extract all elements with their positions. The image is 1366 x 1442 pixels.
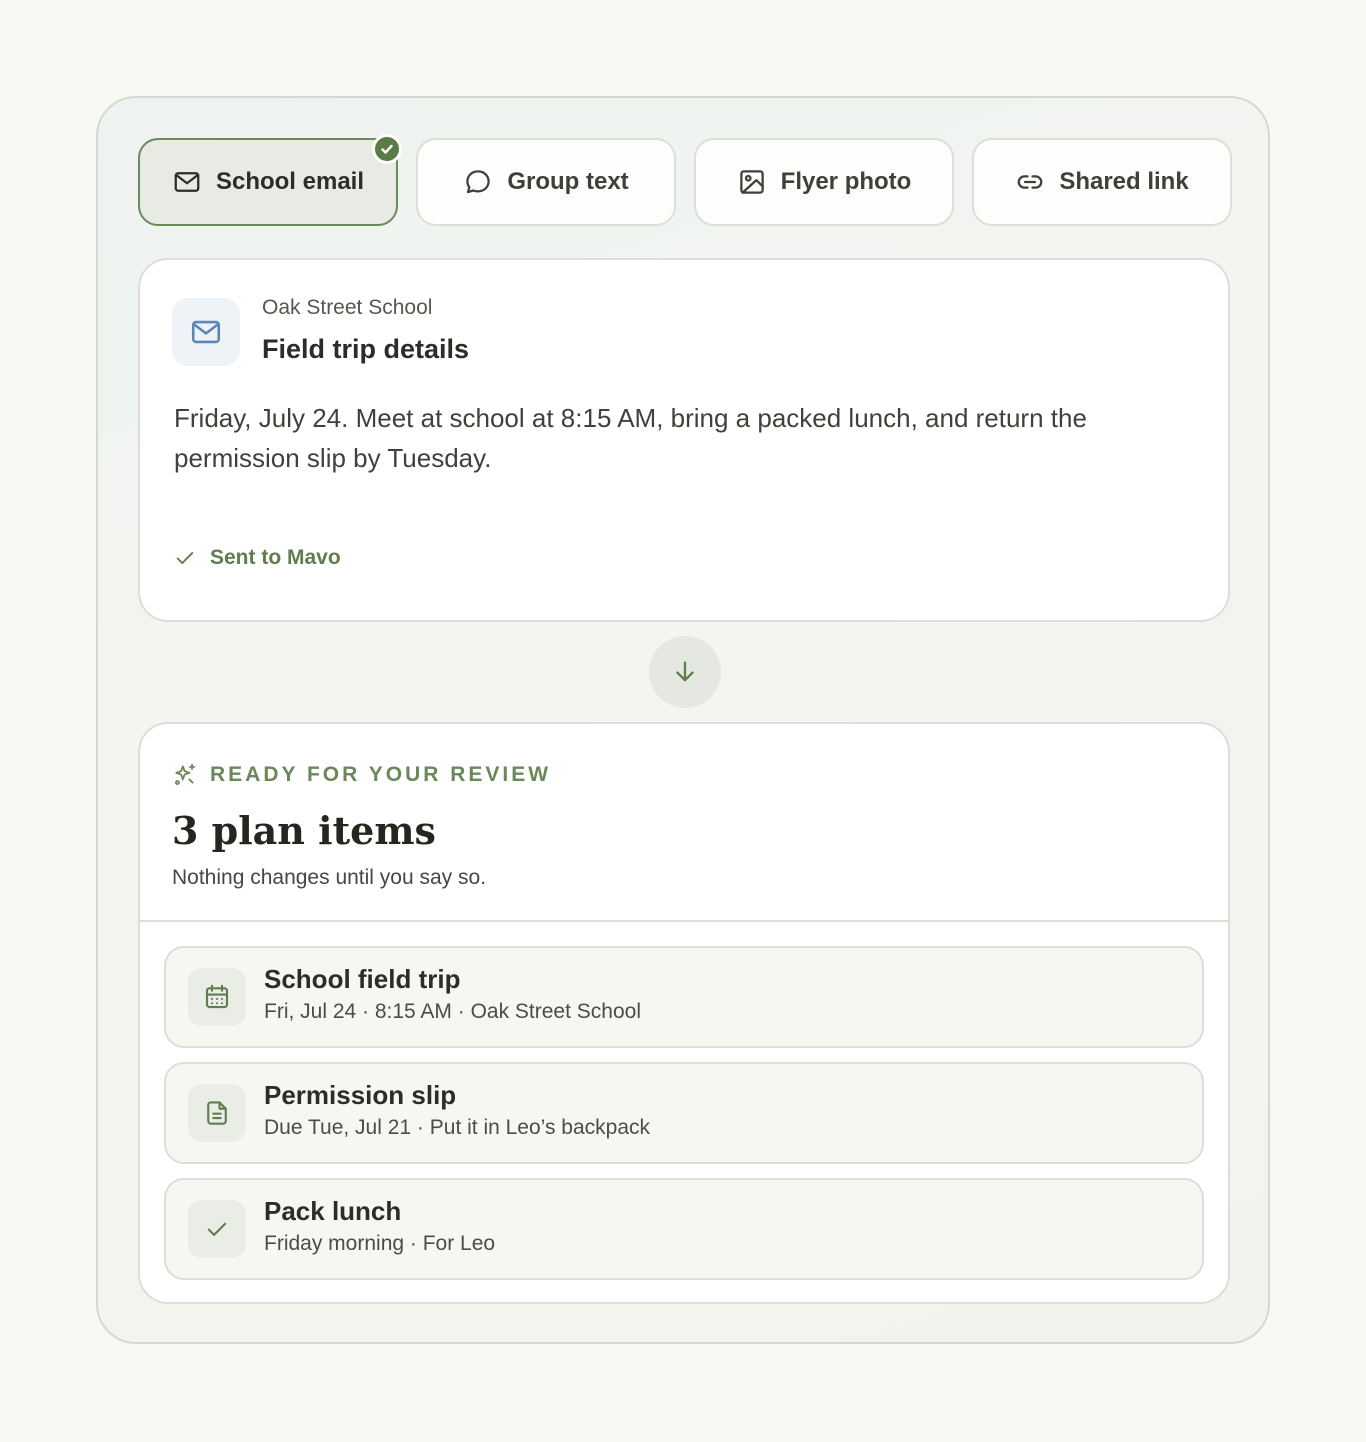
plan-subtitle: Nothing changes until you say so. [172, 866, 487, 889]
plan-item-meta: Fri, Jul 24 · 8:15 AM · Oak Street Schoo… [264, 1000, 641, 1023]
plan-item[interactable]: Pack lunch Friday morning · For Leo [164, 1178, 1204, 1280]
tab-shared-link[interactable]: Shared link [972, 138, 1232, 226]
image-icon [739, 170, 764, 194]
sparkle-icon [174, 763, 196, 786]
tab-label: Group text [507, 168, 629, 195]
plan-item[interactable]: Permission slip Due Tue, Jul 21 · Put it… [164, 1062, 1204, 1164]
message-body: Friday, July 24. Meet at school at 8:15 … [174, 403, 1087, 473]
tab-school-email[interactable]: School email [138, 134, 402, 226]
divider [140, 920, 1228, 922]
plan-item-title: Pack lunch [264, 1196, 402, 1226]
check-icon [188, 1200, 246, 1258]
plan-item-meta: Due Tue, Jul 21 · Put it in Leo’s backpa… [264, 1116, 650, 1139]
plan-title: 3 plan items [172, 808, 436, 853]
source-tabs: School email Group text Flyer photo Shar… [138, 134, 1232, 226]
review-eyebrow: READY FOR YOUR REVIEW [172, 762, 551, 788]
plan-item-title: School field trip [264, 964, 461, 994]
calendar-icon [188, 968, 246, 1026]
plan-item-list: School field trip Fri, Jul 24 · 8:15 AM … [164, 946, 1204, 1294]
message-sender: Oak Street School [262, 296, 433, 319]
document-icon [188, 1084, 246, 1142]
tab-label: School email [215, 168, 365, 195]
mail-icon [174, 172, 200, 192]
mail-icon [172, 298, 240, 366]
check-icon [176, 552, 194, 564]
chat-bubble-icon [466, 170, 491, 194]
plan-item-meta: Friday morning · For Leo [264, 1232, 496, 1255]
tab-label: Shared link [1059, 168, 1189, 195]
tab-label: Flyer photo [780, 168, 912, 195]
tab-flyer-photo[interactable]: Flyer photo [694, 138, 954, 226]
arrow-down-icon [649, 636, 721, 708]
sent-status: Sent to Mavo [174, 546, 341, 570]
plan-review-card: READY FOR YOUR REVIEW 3 plan items Nothi… [138, 722, 1230, 1304]
plan-item-title: Permission slip [264, 1080, 457, 1110]
intake-panel: School email Group text Flyer photo Shar… [96, 96, 1270, 1344]
selected-check-icon [372, 134, 402, 164]
link-icon [1018, 175, 1043, 189]
plan-item[interactable]: School field trip Fri, Jul 24 · 8:15 AM … [164, 946, 1204, 1048]
sent-status-label: Sent to Mavo [210, 546, 341, 569]
review-eyebrow-label: READY FOR YOUR REVIEW [210, 763, 552, 786]
message-card: Oak Street School Field trip details Fri… [138, 258, 1230, 622]
message-subject: Field trip details [262, 334, 470, 364]
tab-group-text[interactable]: Group text [416, 138, 676, 226]
